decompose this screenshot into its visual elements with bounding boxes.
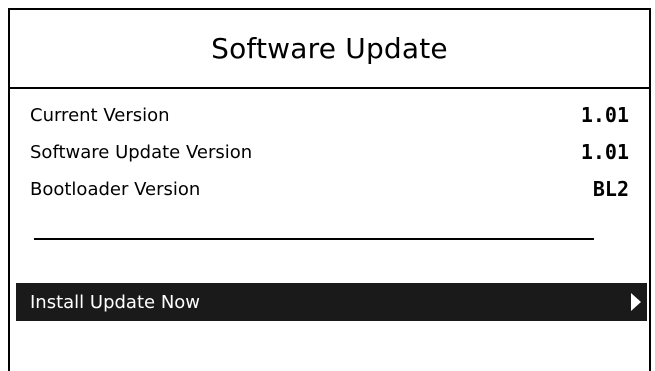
update-version-value: 1.01 [580, 140, 629, 164]
install-update-button[interactable]: Install Update Now [16, 283, 647, 321]
current-version-value: 1.01 [580, 103, 629, 127]
update-version-label: Software Update Version [30, 141, 253, 163]
bootloader-version-row: Bootloader Version BL2 [30, 174, 629, 204]
page-title: Software Update [211, 32, 448, 65]
update-version-row: Software Update Version 1.01 [30, 137, 629, 167]
triangle-right-icon [631, 293, 641, 311]
current-version-row: Current Version 1.01 [30, 100, 629, 130]
divider [34, 238, 594, 240]
current-version-label: Current Version [30, 104, 170, 126]
device-screen: Software Update Current Version 1.01 Sof… [8, 8, 651, 371]
title-bar: Software Update [10, 10, 649, 89]
bootloader-version-label: Bootloader Version [30, 178, 201, 200]
install-update-label: Install Update Now [30, 291, 201, 313]
bootloader-version-value: BL2 [592, 177, 629, 201]
